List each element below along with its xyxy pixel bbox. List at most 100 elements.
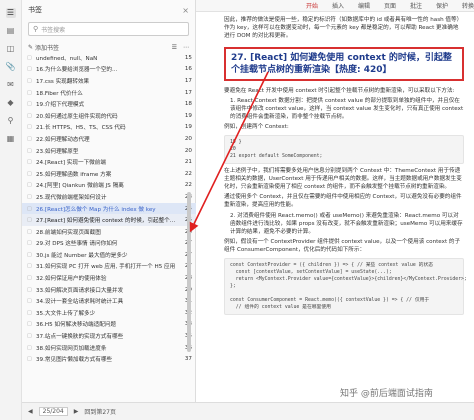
bookmark-icon[interactable]: ☰ [5, 8, 16, 18]
ribbon-tab[interactable]: 插入 [332, 1, 344, 10]
bookmark-item[interactable]: □ undefined、null、NaN 15 [22, 52, 196, 64]
bookmark-item[interactable]: □ 24.[React] 实现一下微前端 21 [22, 156, 196, 168]
bookmark-item-page: 16 [184, 66, 192, 73]
bookmark-item-icon: □ [27, 217, 32, 224]
bookmark-item-icon: □ [27, 159, 32, 166]
bookmark-item-icon: □ [27, 193, 32, 200]
ribbon-tab[interactable]: 页面 [384, 1, 396, 10]
intro-paragraph: 因此，推荐的做法是使用一些，稳定的标识符（如数据库中的 id 或者具有唯一性的 … [224, 17, 463, 40]
ribbon-tab[interactable]: 保护 [436, 1, 448, 10]
bookmark-item-page: 17 [184, 77, 192, 84]
bookmark-item-icon: □ [27, 124, 32, 131]
bookmark-item[interactable]: □37.站点一键换肤的实现方式有哪些35 [22, 330, 196, 342]
paragraph-4: 通过使用多个 Context，并且仅在需要的组件中使用相应的 Context，可… [224, 194, 462, 209]
ribbon-tab[interactable]: 开始 [306, 1, 318, 10]
bookmark-item[interactable]: □28.前端如何实现页面截图26 [22, 226, 196, 238]
bookmark-item[interactable]: □ 16.为什么要给浏览器一个空的... 16 [22, 64, 196, 76]
layer-icon[interactable]: ▦ [6, 134, 16, 144]
bookmark-item-label: 23.如何理解原型 [36, 148, 79, 155]
bookmark-item-label: 26.[React]怎么做个 Map 为什么 index 做 key [36, 206, 156, 213]
bookmark-item-label: 36.H5 如何解决移动端适配问题 [36, 322, 116, 329]
thumbnail-icon[interactable]: ◫ [6, 44, 16, 54]
ribbon-tab[interactable]: 批注 [410, 1, 422, 10]
close-icon[interactable]: × [182, 6, 189, 15]
bookmark-item[interactable]: □ 19.介绍下代理模式 18 [22, 98, 196, 110]
more-icon[interactable]: ⋯ [183, 44, 189, 51]
heading-number: 27. [231, 52, 247, 63]
bookmark-item-icon: □ [27, 286, 32, 293]
bookmark-item[interactable]: □ 21.长 HTTPS、H5、TS、CSS 代码 19 [22, 122, 196, 134]
bookmark-item-label: 20.如何通过原生组件实现的代码 [36, 113, 118, 120]
bookmark-item[interactable]: □31.如何实现 PC 打开 web 应用, 手机打开一个 H5 应用27 [22, 261, 196, 273]
search-icon[interactable]: ⚲ [6, 116, 16, 126]
list-item-2: 2. 对消费组件使用 React.memo() 或者 useMemo() 来避免… [230, 212, 463, 236]
bookmark-item-icon: □ [27, 333, 32, 340]
bookmark-item-icon: □ [27, 101, 32, 108]
back-to-page-link[interactable]: 回到第27页 [84, 407, 116, 416]
bookmark-item[interactable]: □ 24.[阿里] Qiankun 微前端 JS 隔离 22 [22, 180, 196, 192]
bookmark-item-label: 17.css 实现翻转效果 [36, 78, 90, 85]
tag-icon[interactable]: ◆ [6, 98, 16, 108]
bookmark-item-label: 24.[阿里] Qiankun 微前端 JS 隔离 [36, 183, 124, 190]
bookmark-item[interactable]: □25.现代微前端框架如何设计23 [22, 191, 196, 203]
bookmark-item-label: 33.如何解决页面请求接口大量并发 [36, 287, 124, 294]
bookmark-item[interactable]: □32.如何保证用户的使用体验28 [22, 272, 196, 284]
bookmark-item[interactable]: □ 17.css 实现翻转效果 17 [22, 75, 196, 87]
heading-text: [React] 如何避免使用 context 的时候，引起整个挂载节点树的重新渲… [231, 52, 452, 75]
prev-page-icon[interactable]: ◀ [28, 408, 33, 415]
add-bookmark-label: 添加书签 [35, 44, 60, 52]
page-indicator[interactable]: 25/204 [38, 407, 68, 416]
outline-icon[interactable]: ▤ [6, 26, 16, 36]
next-page-icon[interactable]: ▶ [74, 408, 79, 415]
left-icon-rail: ☰ ▤ ◫ 📎 ✉ ◆ ⚲ ▦ [0, 0, 22, 420]
scrollbar[interactable] [187, 192, 191, 352]
bookmark-item[interactable]: □ 25.如何理解函数 iframe 方案 22 [22, 168, 196, 180]
bookmark-item[interactable]: □34.设计一套全站请求耗时统计工具31 [22, 295, 196, 307]
bookmark-item-icon: □ [27, 54, 32, 61]
bookmark-item-icon: □ [27, 228, 32, 235]
bookmark-item-page: 20 [184, 147, 192, 154]
bookmark-item[interactable]: □35.大文件上传了解多少32 [22, 307, 196, 319]
paragraph-5: 例如，假设有一个 ContextProvider 组件提供 context va… [224, 239, 461, 254]
bookmark-item-label: 32.如何保证用户的使用体验 [36, 276, 107, 283]
bookmark-item[interactable]: □ 18.Fiber 代价什么 17 [22, 87, 196, 99]
bookmark-item-label: 27.[React] 如何避免使用 context 的时候，引起整个挂载节点树的… [36, 218, 180, 225]
section-heading: 27. [React] 如何避免使用 context 的时候，引起整个挂载节点树… [224, 46, 464, 81]
bookmark-item[interactable]: □36.H5 如何解决移动端适配问题33 [22, 319, 196, 331]
bookmark-item[interactable]: □ 22.如何理解动态代理 20 [22, 133, 196, 145]
bookmark-item-label: undefined、null、NaN [36, 55, 98, 62]
bookmark-search-input[interactable]: ⚲ 书签搜索 [28, 22, 189, 36]
ribbon: 开始 插入 编辑 页面 批注 保护 转换 [196, 0, 474, 12]
bookmark-panel: 书签 × ⚲ 书签搜索 ✎ 添加书签 ☰ ⋯ □ undefined、null、N… [22, 0, 196, 420]
bookmark-item[interactable]: □33.如何解决页面请求接口大量并发29 [22, 284, 196, 296]
comment-icon[interactable]: ✉ [6, 80, 16, 90]
expand-icon[interactable]: ☰ [172, 44, 177, 51]
bookmark-item[interactable]: □26.[React]怎么做个 Map 为什么 index 做 key24 [22, 202, 196, 215]
add-bookmark-button[interactable]: ✎ 添加书签 [28, 43, 59, 52]
bookmark-item-page: 15 [184, 54, 192, 61]
bookmark-item-icon: □ [27, 344, 32, 351]
bookmark-item[interactable]: □ 39.常见图片懒加载方式有哪些 37 [22, 353, 196, 365]
bookmark-item[interactable]: □38.如何实现网页加载进度条36 [22, 342, 196, 354]
bookmark-item-page: 20 [184, 135, 192, 142]
document-page: 因此，推荐的做法是使用一些，稳定的标识符（如数据库中的 id 或者具有唯一性的 … [196, 12, 474, 402]
paragraph-3: 在上述例子中，我们将需要多处用户信息分别提到两个 Context 中：Theme… [224, 167, 462, 191]
bookmark-item-label: 30.js 能过 Number 最大值的是多少 [36, 252, 128, 259]
bookmark-item-icon: □ [27, 147, 32, 154]
bookmark-item[interactable]: □30.js 能过 Number 最大值的是多少27 [22, 249, 196, 261]
attachment-icon[interactable]: 📎 [6, 62, 16, 72]
bookmark-item-label: 38.如何实现网页加载进度条 [36, 345, 107, 352]
ribbon-tab[interactable]: 转换 [462, 1, 474, 10]
bookmark-item-label: 16.为什么要给浏览器一个空的... [36, 67, 118, 74]
bookmark-item-icon: □ [27, 205, 32, 212]
ribbon-tab[interactable]: 编辑 [358, 1, 370, 10]
bookmark-item[interactable]: □ 23.如何理解原型 20 [22, 145, 196, 157]
bookmark-item[interactable]: □ 20.如何通过原生组件实现的代码 19 [22, 110, 196, 122]
bookmark-item[interactable]: □ 27.[React] 如何避免使用 context 的时候，引起整个挂载节点树… [22, 214, 196, 226]
bookmark-item-page: 19 [184, 124, 192, 131]
bookmark-item-label: 19.介绍下代理模式 [36, 102, 85, 109]
search-icon: ⚲ [33, 25, 39, 33]
bookmark-item[interactable]: □29.对 DPS 这些事情 请问你如何27 [22, 238, 196, 250]
bookmark-item-icon: □ [27, 240, 32, 247]
bookmark-item-label: 37.站点一键换肤的实现方式有哪些 [36, 334, 124, 341]
